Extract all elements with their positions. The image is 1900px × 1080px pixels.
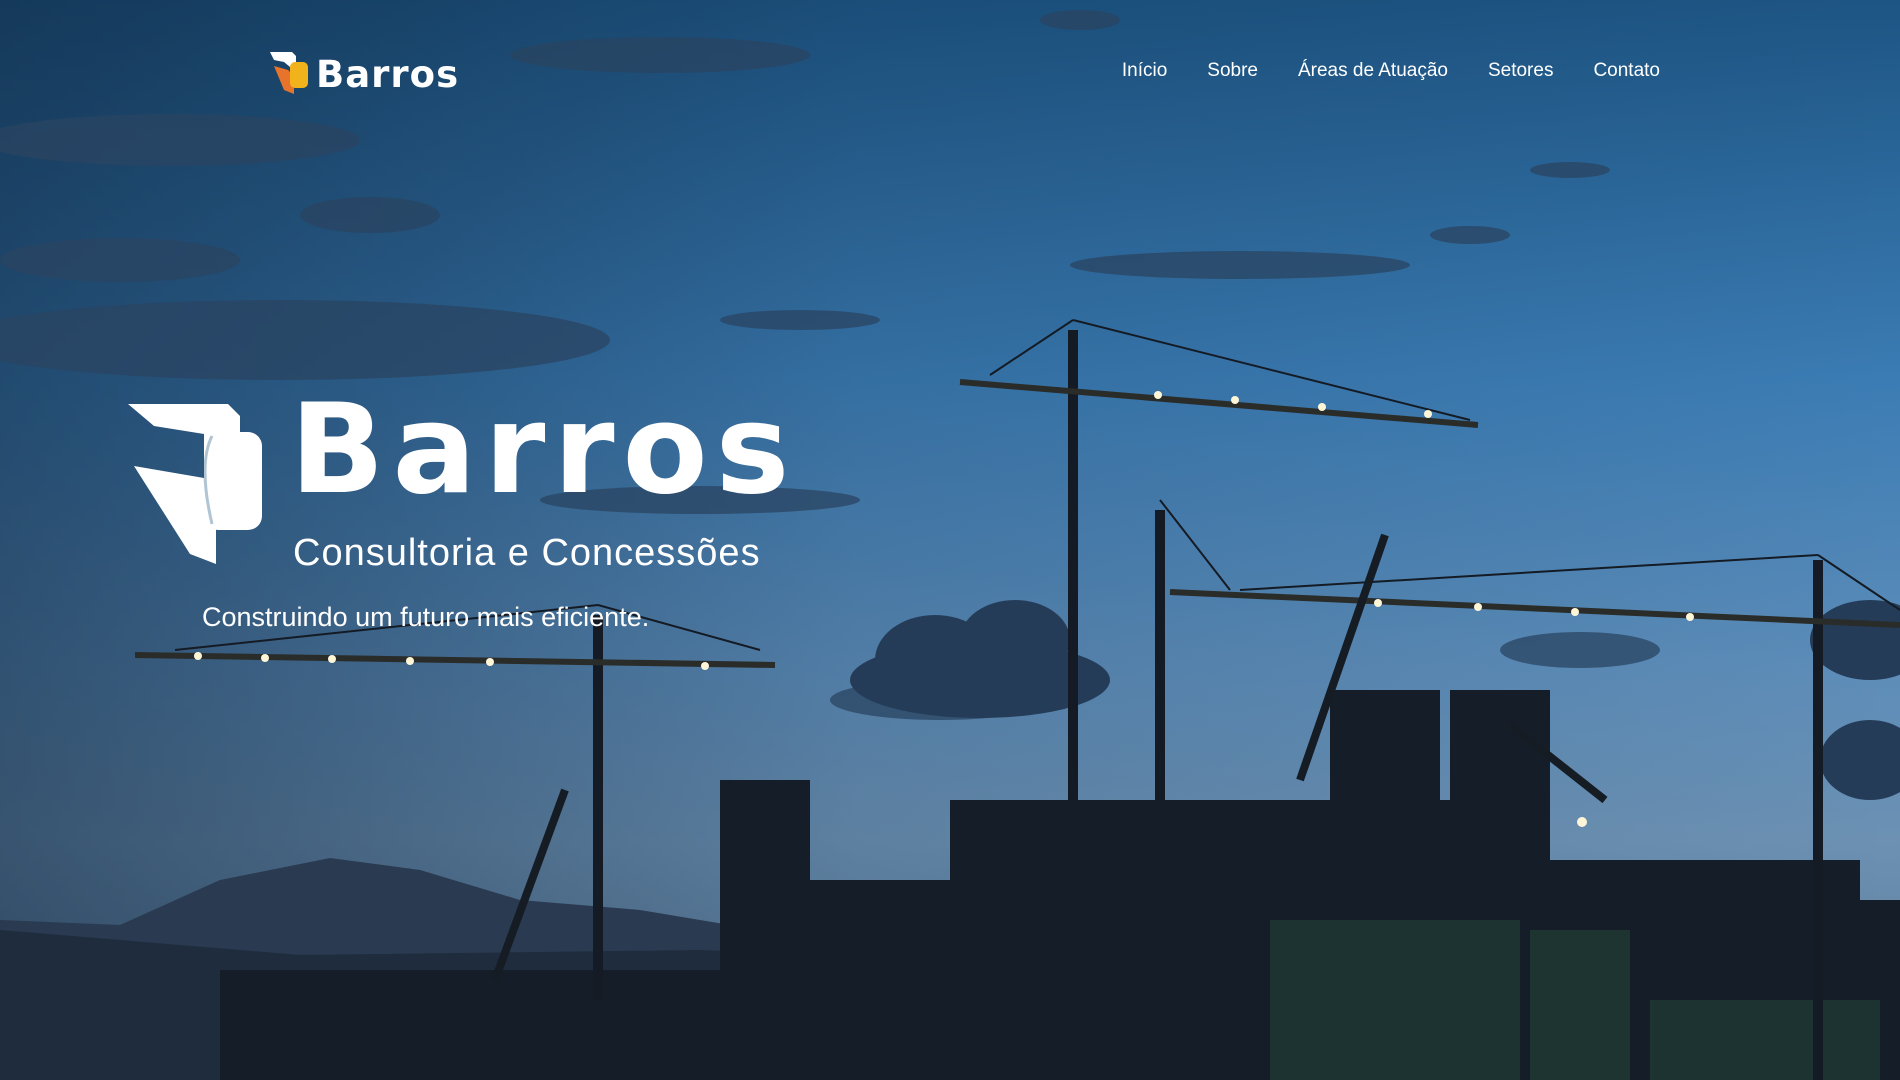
nav-item-inicio[interactable]: Início — [1122, 60, 1167, 82]
hero-brand-name: Barros — [290, 378, 798, 522]
hero-tagline: Construindo um futuro mais eficiente. — [202, 602, 650, 632]
main-nav: Início Sobre Áreas de Atuação Setores Co… — [1122, 60, 1660, 82]
page: Barros Início Sobre Áreas de Atuação Set… — [0, 0, 1900, 1080]
site-header: Barros Início Sobre Áreas de Atuação Set… — [0, 0, 1900, 150]
nav-item-areas-de-atuacao[interactable]: Áreas de Atuação — [1298, 60, 1448, 82]
header-logo[interactable]: Barros — [270, 48, 458, 100]
barros-logo-mark-icon — [128, 404, 262, 564]
hero-subtitle: Consultoria e Concessões — [293, 532, 761, 574]
nav-item-sobre[interactable]: Sobre — [1207, 60, 1258, 82]
nav-item-setores[interactable]: Setores — [1488, 60, 1553, 82]
header-logo-text: Barros — [316, 52, 460, 96]
nav-item-contato[interactable]: Contato — [1593, 60, 1660, 82]
barros-logo-icon — [270, 52, 308, 94]
hero-brand: Barros Consultoria e Concessões — [128, 388, 790, 580]
